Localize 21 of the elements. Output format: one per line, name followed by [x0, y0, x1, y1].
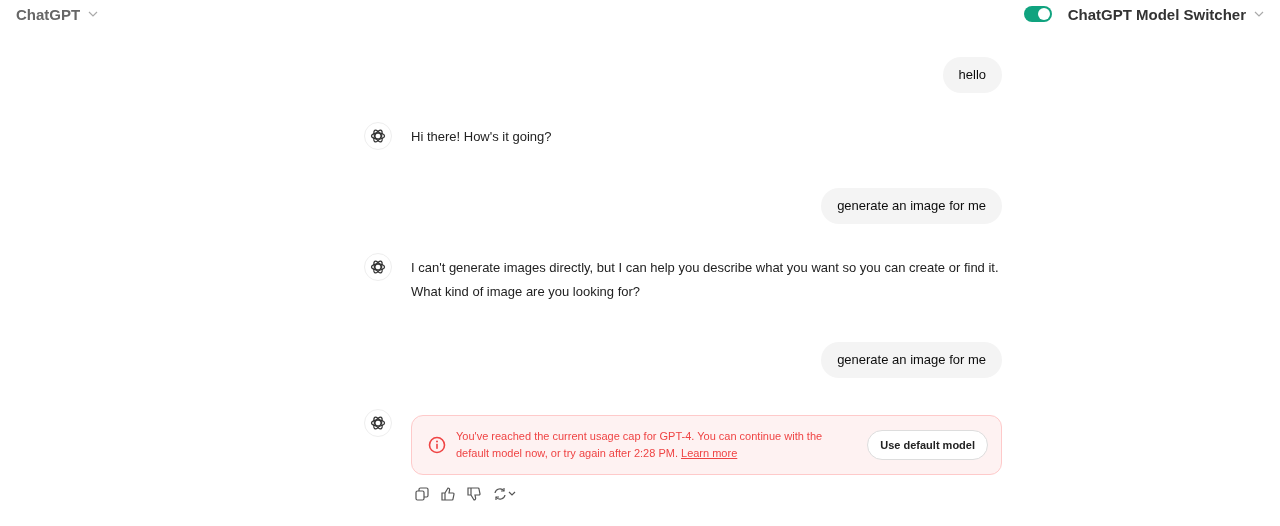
assistant-message: I can't generate images directly, but I can help you describe what you want so you can create or find it. What kind of image are you looking for?	[411, 259, 1000, 301]
thumbs-up-icon[interactable]	[441, 487, 455, 501]
toggle-switch[interactable]	[1023, 6, 1052, 22]
model-title[interactable]: ChatGPT	[16, 5, 81, 23]
user-message: generate an image for me	[821, 188, 1002, 224]
regenerate-icon[interactable]	[493, 487, 517, 501]
extension-title[interactable]: ChatGPT Model Switcher	[1067, 5, 1246, 23]
user-message: hello	[942, 57, 1002, 93]
chevron-icon	[88, 11, 99, 17]
copy-icon[interactable]	[415, 487, 429, 501]
logo-icon	[370, 128, 386, 144]
chevron-icon	[1254, 11, 1264, 17]
assistant-message: Hi there! How's it going?	[411, 128, 552, 146]
logo-icon	[370, 259, 386, 275]
use-default-model-button[interactable]: Use default model	[867, 430, 988, 460]
logo-icon	[370, 415, 386, 431]
info-icon	[428, 436, 446, 454]
learn-more-link[interactable]: Learn more	[681, 447, 738, 459]
thumbs-down-icon[interactable]	[467, 487, 481, 501]
error-message: You've reached the current usage cap for GPT-4. You can continue with the default model now, or try again after 2:28 PM. Learn more	[456, 429, 824, 461]
user-message: generate an image for me	[821, 342, 1002, 378]
